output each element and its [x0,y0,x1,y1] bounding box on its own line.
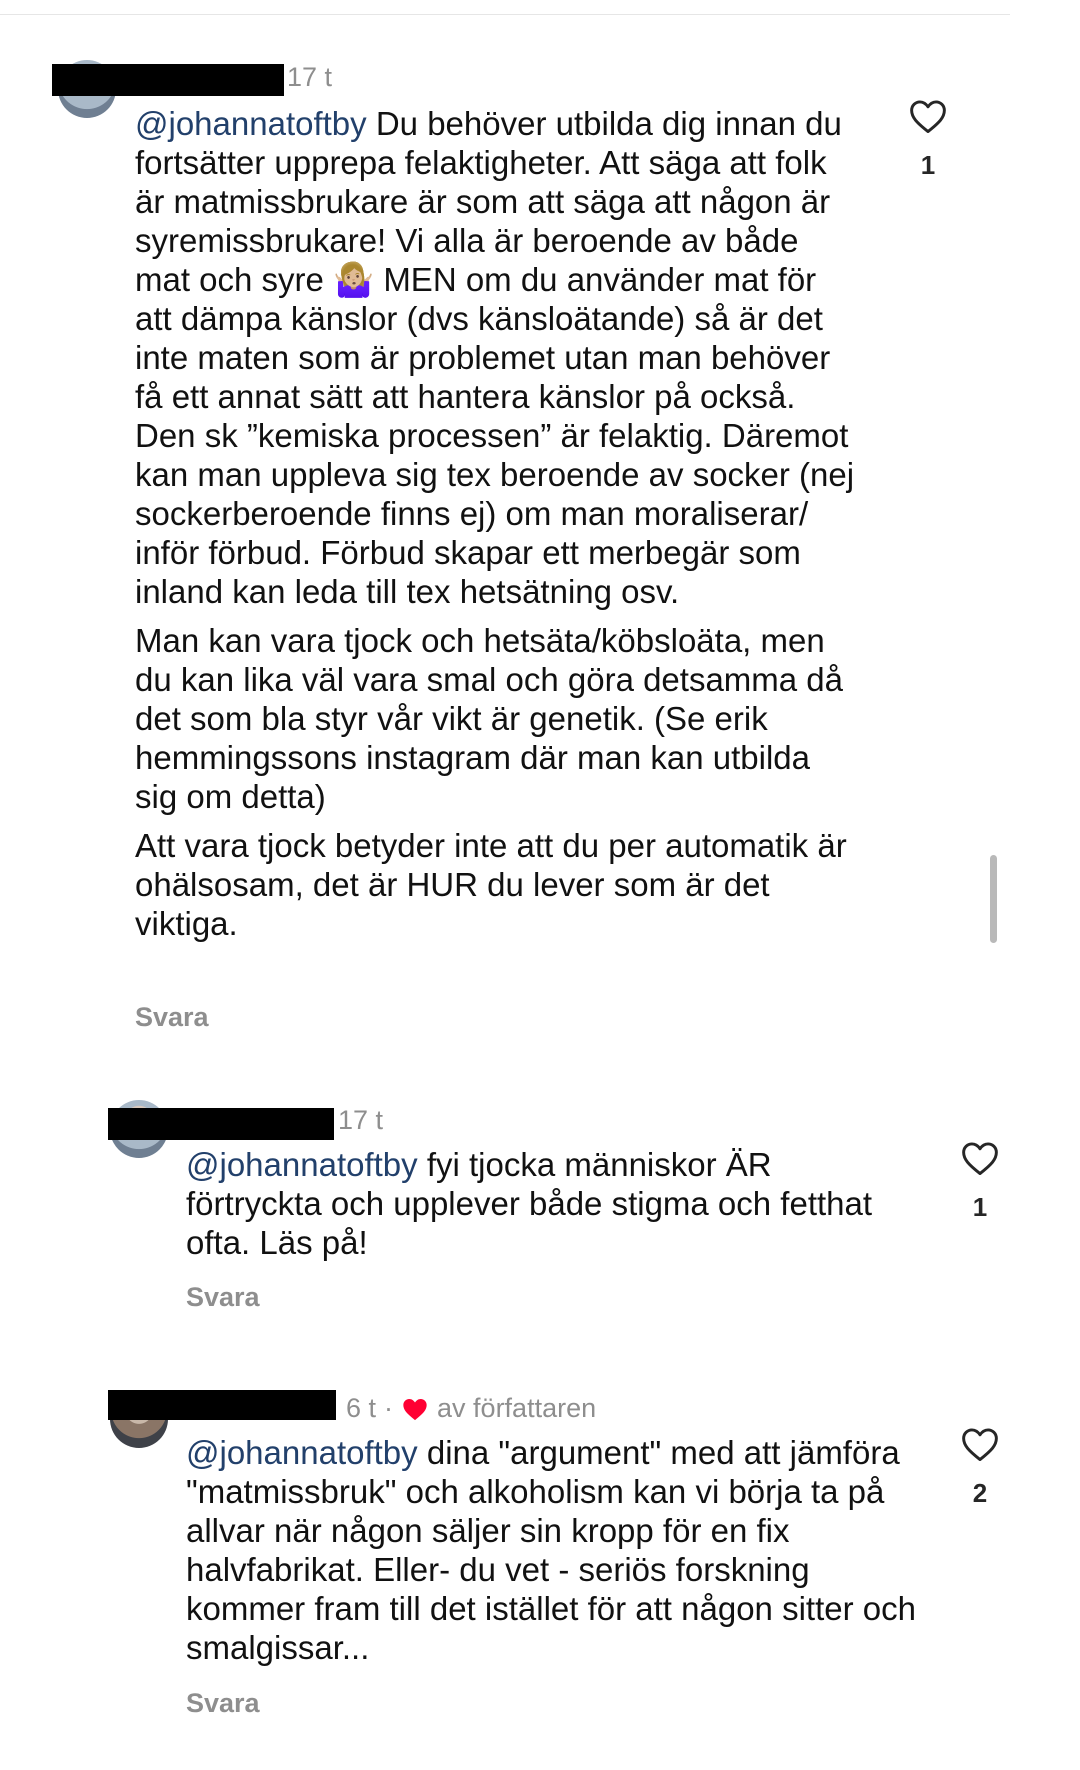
like-count: 1 [972,1192,988,1222]
comment-time: 6 t [346,1393,377,1423]
meta-separator: · [384,1393,394,1423]
heart-outline-icon[interactable] [960,1140,1000,1176]
like-count: 2 [972,1478,988,1508]
redacted-username [108,1390,336,1420]
mention-link[interactable]: @johannatoftby [135,105,367,142]
reply-button[interactable]: Svara [186,1282,260,1313]
like-area: 1 [903,98,953,181]
reply-button[interactable]: Svara [186,1688,260,1719]
comment-paragraph: @johannatoftby Du behöver utbilda dig in… [135,104,855,611]
comment-meta: 6 t · av författaren [346,1393,596,1424]
author-liked-label: av författaren [437,1393,597,1423]
comment-body: @johannatoftby Du behöver utbilda dig in… [135,104,855,953]
comment-text: Du behöver utbilda dig innan du fortsätt… [135,105,855,610]
author-heart-icon [403,1398,427,1420]
comment-body: @johannatoftby fyi tjocka människor ÄR f… [186,1145,876,1272]
like-area: 2 [955,1426,1005,1509]
reply-button[interactable]: Svara [135,1002,209,1033]
comment-paragraph: Man kan vara tjock och hetsäta/köbsloäta… [135,622,844,815]
redacted-username [52,64,284,96]
comment-paragraph: @johannatoftby dina "argument" med att j… [186,1433,931,1667]
scrollbar[interactable] [990,855,997,943]
comment-meta: 17 t [338,1105,383,1136]
comment-time: 17 t [287,62,333,92]
top-divider [0,14,1010,15]
like-count: 1 [920,150,936,180]
comment-body: @johannatoftby dina "argument" med att j… [186,1433,931,1677]
comment-paragraph: Att vara tjock betyder inte att du per a… [135,827,847,942]
redacted-username [108,1108,334,1140]
comment-paragraph: @johannatoftby fyi tjocka människor ÄR f… [186,1145,876,1262]
heart-outline-icon[interactable] [908,98,948,134]
comment-meta: 17 t [287,62,332,93]
comment-time: 17 t [338,1105,384,1135]
like-area: 1 [955,1140,1005,1223]
mention-link[interactable]: @johannatoftby [186,1434,418,1471]
heart-outline-icon[interactable] [960,1426,1000,1462]
mention-link[interactable]: @johannatoftby [186,1146,418,1183]
